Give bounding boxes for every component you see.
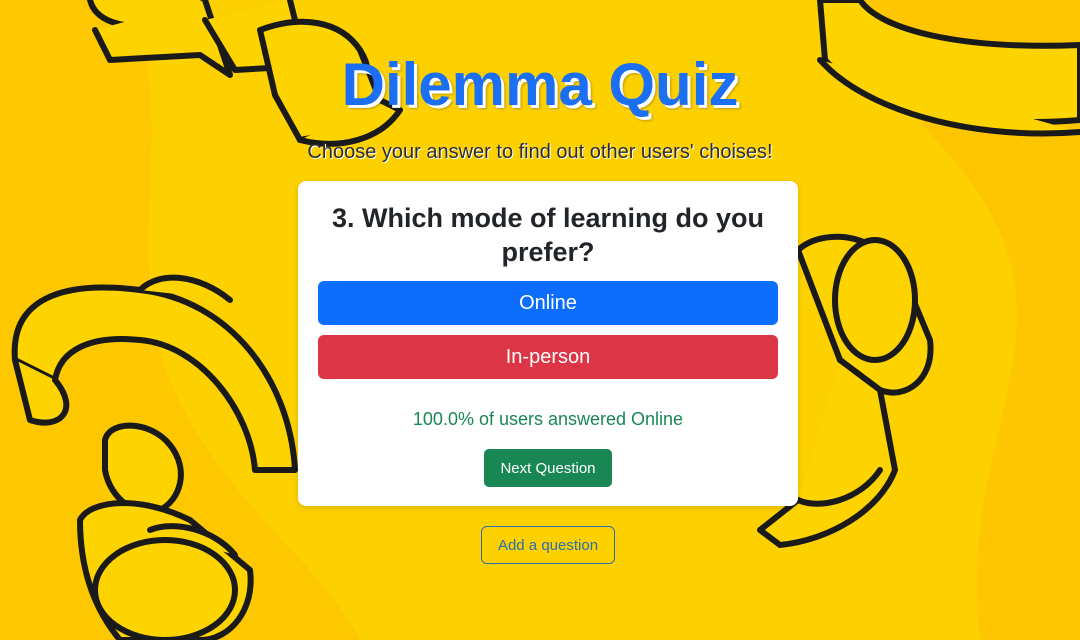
result-text: 100.0% of users answered Online (412, 409, 684, 429)
page-subtitle: Choose your answer to find out other use… (307, 141, 773, 163)
answer-in-person-button[interactable]: In-person (318, 335, 778, 379)
add-question-button[interactable]: Add a question (481, 526, 615, 564)
quiz-card: 3. Which mode of learning do you prefer?… (298, 181, 798, 506)
page-title: Dilemma Quiz (341, 51, 739, 118)
answer-online-button[interactable]: Online (318, 281, 778, 325)
next-question-button[interactable]: Next Question (484, 449, 612, 487)
question-text: 3. Which mode of learning do you prefer? (331, 203, 764, 267)
